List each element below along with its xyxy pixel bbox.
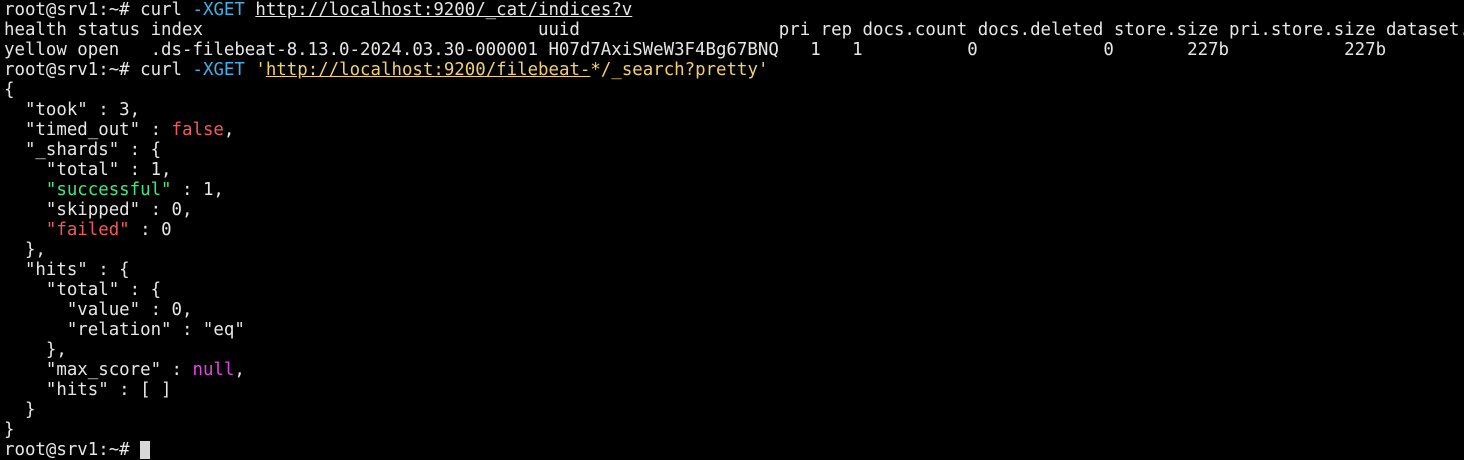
json-hits-close: } (4, 400, 36, 420)
table-row: yellow open .ds-filebeat-8.13.0-2024.03.… (4, 40, 1464, 60)
prompt: root@srv1:~# (4, 0, 130, 20)
text-cursor (140, 441, 151, 459)
table-header: health status index uuid pri rep docs.co… (4, 20, 1464, 40)
json-key: "timed_out" : (4, 120, 172, 140)
json-comma: , (223, 120, 235, 140)
command-line-2: root@srv1:~# curl -XGET 'http://localhos… (4, 60, 1464, 80)
json-shards-total: "total" : 1, (4, 160, 172, 180)
json-shards-open: "_shards" : { (4, 140, 162, 160)
quote-close: ' (757, 60, 769, 80)
json-hits-open: "hits" : { (4, 260, 130, 280)
quote-open: ' (255, 60, 266, 80)
json-hits-array: "hits" : [ ] (4, 380, 172, 400)
json-timed-out: "timed_out" : false, (4, 120, 1464, 140)
json-successful-key: "successful" (45, 180, 172, 200)
prompt: root@srv1:~# (4, 60, 130, 80)
command-url-rest: */_search?pretty (590, 60, 758, 80)
json-relation: "relation" : "eq" (4, 320, 245, 340)
json-open-brace: { (4, 80, 15, 100)
json-failed: "failed" : 0 (4, 220, 1464, 240)
json-max-score: "max_score" : null, (4, 360, 1464, 380)
json-total-open: "total" : { (4, 280, 162, 300)
json-successful: "successful" : 1, (4, 180, 1464, 200)
json-took: "took" : 3, (4, 100, 141, 120)
json-total-close: }, (4, 340, 67, 360)
command-program: curl (140, 60, 183, 80)
json-successful-value: : 1, (171, 180, 224, 200)
command-program: curl (140, 0, 183, 20)
json-null-value: null (192, 360, 235, 380)
command-url-link[interactable]: http://localhost:9200/filebeat- (266, 60, 591, 80)
json-skipped: "skipped" : 0, (4, 200, 193, 220)
terminal-window[interactable]: root@srv1:~# curl -XGET http://localhost… (0, 0, 1464, 460)
command-flag: -XGET (192, 60, 245, 80)
command-line-1: root@srv1:~# curl -XGET http://localhost… (4, 0, 1464, 20)
json-comma: , (234, 360, 245, 380)
command-flag: -XGET (192, 0, 245, 20)
json-key: "max_score" : (4, 360, 193, 380)
prompt: root@srv1:~# (4, 440, 130, 460)
json-failed-key: "failed" (45, 220, 130, 240)
command-url-link[interactable]: http://localhost:9200/_cat/indices?v (255, 0, 632, 20)
json-failed-value: : 0 (129, 220, 172, 240)
json-false-value: false (171, 120, 224, 140)
command-line-current[interactable]: root@srv1:~# (4, 440, 1464, 460)
json-value: "value" : 0, (4, 300, 193, 320)
json-shards-close: }, (4, 240, 46, 260)
json-close-brace: } (4, 420, 15, 440)
